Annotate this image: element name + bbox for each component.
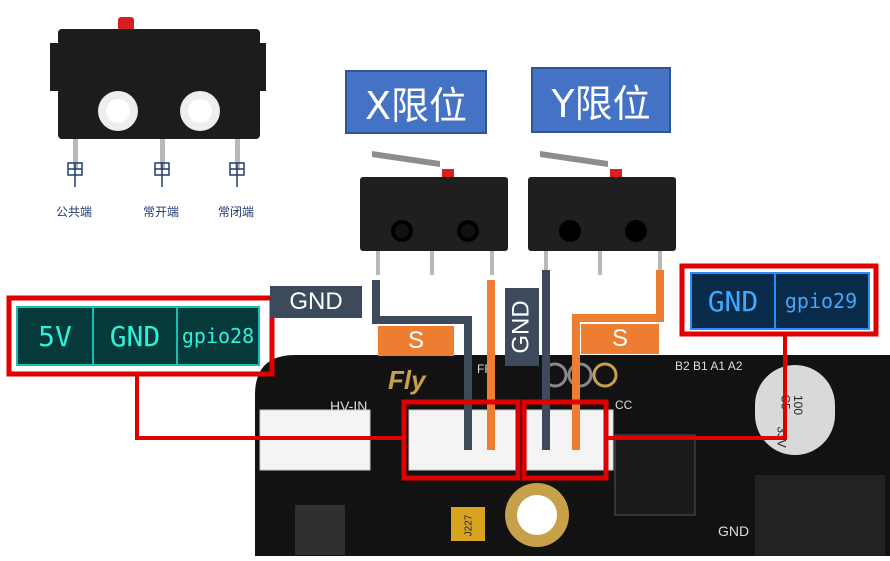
y-s-label: S	[581, 324, 659, 354]
right-pin-header: GND gpio29	[690, 272, 870, 330]
y-s-wire	[572, 270, 664, 450]
x-gnd-label: GND	[270, 286, 362, 318]
left-pin-5v: 5V	[18, 308, 94, 364]
right-pin-gnd: GND	[692, 274, 776, 328]
x-s-label: S	[378, 326, 454, 356]
left-pin-header: 5V GND gpio28	[16, 306, 260, 366]
left-pin-gnd: GND	[94, 308, 178, 364]
left-pin-gpio28: gpio28	[181, 324, 255, 348]
x-connector-highlight	[401, 399, 521, 481]
right-pin-gpio29: gpio29	[784, 289, 858, 313]
left-leader-line	[135, 374, 404, 440]
y-gnd-label-text: GND	[508, 300, 535, 354]
x-gnd-wire	[372, 280, 472, 450]
y-connector-highlight	[521, 399, 609, 481]
y-gnd-label: GND	[505, 288, 539, 366]
